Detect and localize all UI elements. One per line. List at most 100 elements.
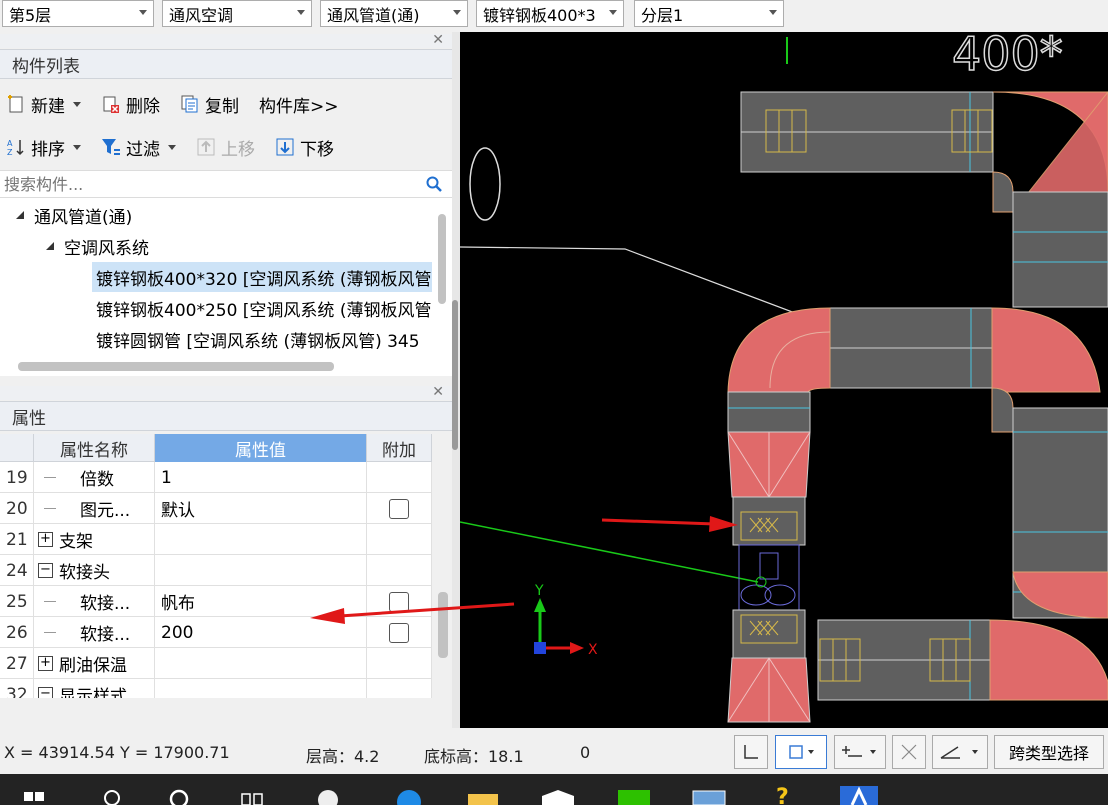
new-doc-icon (6, 94, 26, 114)
grid-header-value[interactable]: 属性值 (155, 434, 367, 462)
close-icon[interactable]: ✕ (432, 384, 444, 400)
drawing-canvas[interactable]: 400* Y X (460, 32, 1108, 728)
component-search (0, 170, 452, 198)
property-value[interactable]: 1 (155, 462, 367, 493)
duct-drawing: 400* Y X (460, 32, 1108, 723)
tree-item[interactable]: 镀锌钢板400*250 [空调风系统 (薄钢板风管 (92, 293, 432, 323)
search-icon[interactable] (102, 788, 122, 805)
sort-icon: AZ (6, 137, 26, 157)
sort-button-label: 排序 (31, 139, 65, 160)
cortana-icon[interactable] (168, 788, 190, 805)
discipline-select[interactable]: 通风空调 (162, 0, 312, 27)
selector-bar: 第5层 通风空调 通风管道(通) 镀锌钢板400*3 分层1 (0, 0, 1108, 27)
property-value[interactable] (155, 555, 367, 586)
ortho-button[interactable] (734, 735, 768, 769)
point-snap-button[interactable] (834, 735, 886, 769)
tree-node-duct[interactable]: 通风管道(通) (16, 200, 132, 230)
delete-button[interactable]: 删除 (101, 92, 160, 117)
property-value[interactable] (155, 648, 367, 679)
tree-node-system[interactable]: 空调风系统 (46, 231, 149, 261)
snap-button[interactable] (775, 735, 827, 769)
new-button-label: 新建 (31, 96, 65, 117)
property-name-label: 软接... (80, 594, 131, 614)
collapse-icon[interactable]: − (38, 687, 53, 698)
property-extra (367, 462, 432, 493)
chevron-down-icon (168, 144, 176, 150)
file-explorer-icon[interactable] (466, 790, 500, 805)
close-icon[interactable]: ✕ (432, 32, 444, 48)
app-icon[interactable] (690, 788, 728, 805)
component-select-value: 镀锌钢板400*3 (483, 5, 596, 25)
move-down-button[interactable]: 下移 (275, 135, 334, 160)
cross-type-select-button[interactable]: 跨类型选择 (994, 735, 1104, 769)
properties-title: 属性 (12, 408, 46, 429)
edge-icon[interactable] (394, 788, 424, 805)
property-row[interactable]: 21 + 支架 (0, 524, 432, 555)
type-select-value: 通风管道(通) (327, 5, 420, 25)
expand-triangle-icon[interactable] (16, 211, 24, 219)
property-row[interactable]: 32− 显示样式 (0, 679, 432, 698)
property-name: 图元... (34, 493, 155, 524)
tree-item[interactable]: 镀锌圆钢管 [空调风系统 (薄钢板风管) 345 (92, 324, 432, 354)
layer-select[interactable]: 分层1 (634, 0, 784, 27)
library-button[interactable]: 构件库>> (259, 92, 339, 117)
tree-horizontal-scrollbar[interactable] (18, 362, 334, 371)
discipline-select-value: 通风空调 (169, 5, 234, 25)
copy-button[interactable]: 复制 (180, 92, 239, 117)
snap-box-icon (789, 745, 814, 759)
wechat-icon[interactable] (616, 788, 652, 805)
ortho-icon (744, 745, 758, 759)
grid-header-name[interactable]: 属性名称 (34, 434, 155, 462)
component-select[interactable]: 镀锌钢板400*3 (476, 0, 624, 27)
app-icon[interactable] (312, 788, 344, 805)
search-icon[interactable] (426, 176, 442, 196)
splitter-handle[interactable] (452, 300, 458, 450)
chevron-down-icon (73, 144, 81, 150)
property-name: − 显示样式 (34, 679, 155, 698)
cross-button[interactable] (892, 735, 926, 769)
filter-icon (101, 137, 121, 157)
help-icon[interactable]: ? (770, 784, 800, 805)
delete-icon (101, 94, 121, 114)
mail-icon[interactable] (540, 788, 576, 805)
collapse-icon[interactable]: − (38, 563, 53, 578)
properties-grid: 属性名称 属性值 附加 19 倍数 1 20 图元... 默认 21 + 支架 24− 软接头 25 软… (0, 434, 432, 698)
filter-button[interactable]: 过滤 (101, 135, 176, 160)
grid-header-extra[interactable]: 附加 (367, 434, 432, 462)
property-value[interactable] (155, 524, 367, 555)
property-value[interactable] (155, 679, 367, 698)
expand-icon[interactable]: + (38, 656, 53, 671)
move-up-button[interactable]: 上移 (196, 135, 255, 160)
canvas-top-label: 400* (952, 32, 1063, 81)
expand-icon[interactable]: + (38, 532, 53, 547)
type-select[interactable]: 通风管道(通) (320, 0, 468, 27)
app-icon[interactable] (838, 784, 880, 805)
tree-node-label: 通风管道(通) (34, 207, 133, 228)
property-extra (367, 555, 432, 586)
tree-vertical-scrollbar[interactable] (438, 214, 446, 304)
property-row[interactable]: 20 图元... 默认 (0, 493, 432, 524)
search-input[interactable] (0, 171, 410, 197)
chevron-down-icon (139, 10, 147, 15)
component-tree: 通风管道(通) 空调风系统 镀锌钢板400*320 [空调风系统 (薄钢板风管 … (0, 198, 452, 376)
property-row[interactable]: 24− 软接头 (0, 555, 432, 586)
tree-item-selected[interactable]: 镀锌钢板400*320 [空调风系统 (薄钢板风管 (92, 262, 432, 292)
floor-select[interactable]: 第5层 (2, 0, 154, 27)
property-row[interactable]: 19 倍数 1 (0, 462, 432, 493)
windows-start-icon[interactable] (24, 786, 46, 805)
property-name-label: 刷油保温 (59, 656, 127, 676)
extra-checkbox[interactable] (389, 498, 409, 519)
new-button[interactable]: 新建 (6, 92, 81, 117)
property-extra (367, 679, 432, 698)
property-extra (367, 493, 432, 524)
property-value[interactable]: 默认 (155, 493, 367, 524)
angle-button[interactable] (932, 735, 988, 769)
task-view-icon[interactable] (240, 790, 264, 805)
expand-triangle-icon[interactable] (46, 242, 54, 250)
property-name: − 软接头 (34, 555, 155, 586)
property-row[interactable]: 27 + 刷油保温 (0, 648, 432, 679)
chevron-down-icon (73, 101, 81, 107)
sort-button[interactable]: AZ 排序 (6, 135, 81, 160)
tree-item-label: 镀锌圆钢管 [空调风系统 (薄钢板风管) 345 (96, 331, 420, 352)
component-panel-titlebar: ✕ (0, 32, 452, 48)
